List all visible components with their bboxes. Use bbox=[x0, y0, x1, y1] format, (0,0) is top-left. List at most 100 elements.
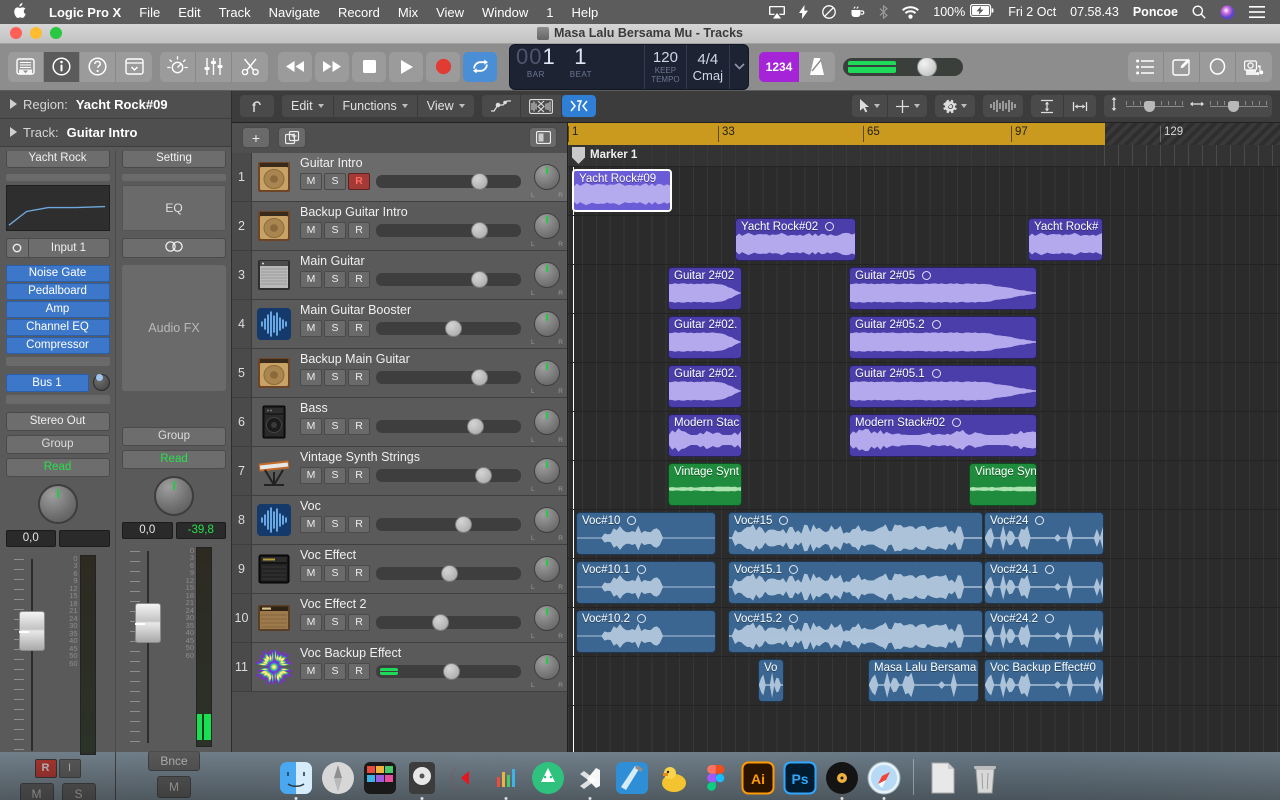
pan-knob[interactable] bbox=[534, 359, 560, 386]
plugin-compressor[interactable]: Compressor bbox=[5, 336, 110, 354]
region[interactable]: Voc#10.1 bbox=[576, 560, 716, 604]
empty-send-slot[interactable] bbox=[5, 394, 110, 404]
colorful-burst-icon[interactable] bbox=[252, 643, 296, 691]
track-row-vintage-synth-strings[interactable]: 7 Vintage Synth Strings M S R L R bbox=[232, 446, 567, 496]
solo-button[interactable]: S bbox=[324, 662, 346, 680]
quick-help-button[interactable] bbox=[80, 51, 116, 82]
add-track-button[interactable]: + bbox=[242, 127, 270, 149]
mute-button[interactable]: M bbox=[300, 466, 322, 484]
track-settings-button[interactable] bbox=[935, 95, 975, 118]
dvd-player-icon[interactable] bbox=[403, 759, 441, 800]
loop-browser-button[interactable] bbox=[1200, 51, 1236, 82]
mute-button[interactable]: M bbox=[300, 613, 322, 631]
undo-arrow-icon[interactable] bbox=[240, 95, 274, 118]
waveform-button[interactable] bbox=[983, 95, 1023, 118]
snap-button[interactable] bbox=[561, 95, 596, 118]
region[interactable]: Voc#15.1 bbox=[728, 560, 983, 604]
record-enable-button[interactable]: R bbox=[348, 221, 370, 239]
master-volume-slider[interactable] bbox=[843, 56, 963, 77]
mute-button[interactable]: M bbox=[300, 368, 322, 386]
region[interactable]: Voc Backup Effect#0 bbox=[984, 658, 1104, 702]
notification-center-icon[interactable] bbox=[1242, 6, 1272, 18]
track-lane-2[interactable] bbox=[568, 216, 1280, 265]
battery-charging-icon[interactable] bbox=[970, 3, 994, 20]
volume-knob[interactable] bbox=[443, 662, 461, 680]
mute-button[interactable]: M bbox=[300, 417, 322, 435]
fast-forward-button[interactable] bbox=[315, 51, 349, 82]
guitar-amp-icon[interactable] bbox=[252, 153, 296, 201]
list-editors-button[interactable] bbox=[1128, 51, 1164, 82]
track-volume-slider[interactable] bbox=[376, 270, 521, 288]
region[interactable]: Guitar 2#05.1 bbox=[849, 364, 1037, 408]
track-name[interactable]: Voc Effect bbox=[300, 548, 527, 562]
horizontal-zoom-fit-button[interactable] bbox=[1064, 95, 1096, 117]
region[interactable]: Voc#15 bbox=[728, 511, 983, 555]
record-enable-button[interactable]: R bbox=[348, 564, 370, 582]
pan-knob[interactable] bbox=[37, 483, 78, 524]
editors-button[interactable] bbox=[232, 52, 268, 82]
master-group-button[interactable]: Group bbox=[122, 426, 226, 446]
volume-knob[interactable] bbox=[470, 221, 488, 239]
rewind-button[interactable] bbox=[278, 51, 312, 82]
region[interactable]: Guitar 2#02 bbox=[668, 266, 742, 310]
view-menu[interactable]: View bbox=[418, 95, 474, 117]
pan-knob[interactable] bbox=[534, 506, 560, 533]
volume-knob[interactable] bbox=[475, 466, 493, 484]
vscode-icon[interactable] bbox=[571, 759, 609, 800]
volume-knob[interactable] bbox=[466, 417, 484, 435]
automation-mode-button[interactable]: Read bbox=[5, 457, 110, 477]
siri-icon[interactable] bbox=[1213, 5, 1242, 20]
record-enable-button[interactable]: R bbox=[348, 417, 370, 435]
master-setting-button[interactable]: Setting bbox=[122, 150, 226, 168]
stereo-link-slot[interactable] bbox=[122, 237, 226, 258]
launchpad-icon[interactable] bbox=[319, 759, 357, 797]
track-volume-slider[interactable] bbox=[376, 172, 521, 190]
pan-knob[interactable] bbox=[534, 604, 560, 631]
menu-window[interactable]: Window bbox=[473, 5, 537, 20]
pan-knob[interactable] bbox=[534, 163, 560, 190]
mixer-button[interactable] bbox=[196, 51, 232, 82]
eq-thumbnail[interactable] bbox=[5, 184, 110, 231]
send-level-knob[interactable] bbox=[92, 374, 110, 392]
mute-button[interactable]: M bbox=[300, 270, 322, 288]
bolt-icon[interactable] bbox=[792, 5, 815, 19]
solo-button[interactable]: S bbox=[324, 270, 346, 288]
record-button[interactable] bbox=[426, 51, 460, 82]
pan-knob[interactable] bbox=[534, 261, 560, 288]
menu-help[interactable]: Help bbox=[563, 5, 608, 20]
send-bus-1[interactable]: Bus 1 bbox=[5, 373, 89, 392]
audio-waveform-icon[interactable] bbox=[252, 496, 296, 544]
mute-button[interactable]: M bbox=[300, 319, 322, 337]
track-volume-slider[interactable] bbox=[376, 515, 521, 533]
track-name[interactable]: Voc bbox=[300, 499, 527, 513]
region[interactable]: Guitar 2#05.2 bbox=[849, 315, 1037, 359]
region[interactable]: Guitar 2#05 bbox=[849, 266, 1037, 310]
region[interactable]: Vo bbox=[758, 658, 784, 702]
final-cut-pro-icon[interactable] bbox=[361, 759, 399, 797]
plugin-noise-gate[interactable]: Noise Gate bbox=[5, 264, 110, 282]
track-row-backup-main-guitar[interactable]: 5 Backup Main Guitar M S R L R bbox=[232, 348, 567, 398]
solo-button[interactable]: S bbox=[324, 613, 346, 631]
region[interactable]: Yacht Rock#02 bbox=[735, 217, 856, 261]
track-volume-slider[interactable] bbox=[376, 466, 521, 484]
automation-button[interactable] bbox=[482, 95, 521, 118]
cycle-button[interactable] bbox=[463, 51, 497, 82]
pan-knob[interactable] bbox=[534, 555, 560, 582]
solo-button[interactable]: S bbox=[324, 466, 346, 484]
solo-button[interactable]: S bbox=[324, 319, 346, 337]
master-volume-fader[interactable] bbox=[122, 547, 174, 747]
record-enable-button[interactable]: R bbox=[348, 172, 370, 190]
notes-button[interactable] bbox=[1164, 51, 1200, 82]
track-row-voc[interactable]: 8 Voc M S R L R bbox=[232, 495, 567, 545]
master-eq-slot[interactable]: EQ bbox=[122, 184, 226, 231]
track-volume-slider[interactable] bbox=[376, 368, 521, 386]
track-row-main-guitar-booster[interactable]: 4 Main Guitar Booster M S R L R bbox=[232, 299, 567, 349]
cubase-icon[interactable] bbox=[445, 759, 483, 797]
guitar-amp-icon[interactable] bbox=[252, 349, 296, 397]
pan-knob[interactable] bbox=[534, 653, 560, 680]
volume-knob[interactable] bbox=[440, 564, 458, 582]
ruler-inactive-area[interactable] bbox=[1105, 122, 1280, 145]
functions-menu[interactable]: Functions bbox=[334, 95, 418, 118]
region[interactable]: Voc#10.2 bbox=[576, 609, 716, 653]
edit-menu[interactable]: Edit bbox=[282, 95, 334, 118]
